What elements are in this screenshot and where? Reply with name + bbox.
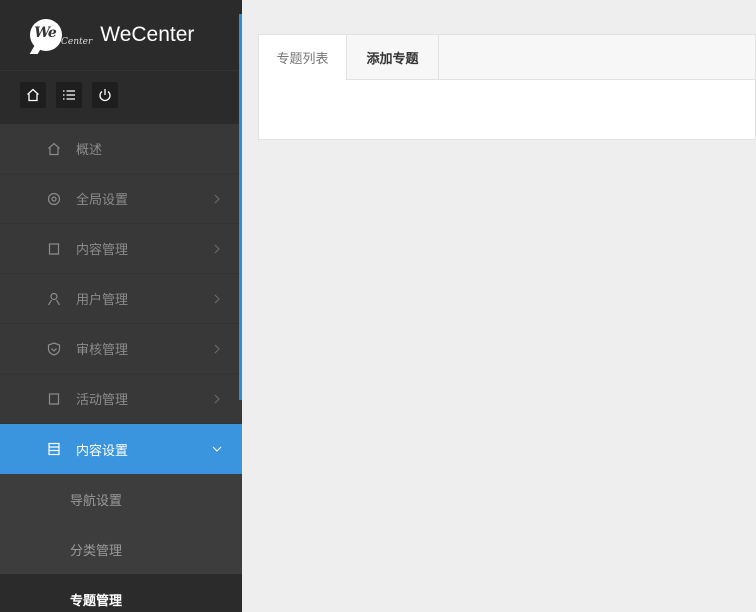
sidebar-item-content-settings[interactable]: 内容设置 <box>0 424 242 474</box>
chevron-right-icon <box>214 294 220 303</box>
sidebar-item-user-management[interactable]: 用户管理 <box>0 274 242 324</box>
sidebar-subitem-label: 导航设置 <box>70 493 123 509</box>
topic-panel: 专题列表 添加专题 <box>258 34 756 140</box>
sidebar-item-content-management[interactable]: 内容管理 <box>0 224 242 274</box>
home-icon <box>27 88 39 102</box>
tab-bar: 专题列表 添加专题 <box>259 35 755 80</box>
sidebar-item-label: 内容管理 <box>76 243 129 258</box>
document-icon <box>48 242 60 255</box>
logo-badge-sub: Center <box>61 37 93 47</box>
sidebar-item-review-management[interactable]: 审核管理 <box>0 324 242 374</box>
chevron-right-icon <box>214 394 220 403</box>
user-icon <box>47 292 61 305</box>
logo[interactable]: We Center WeCenter <box>0 0 242 70</box>
sidebar-toolbar <box>0 70 242 124</box>
sidebar-item-label: 用户管理 <box>76 293 129 308</box>
chevron-down-icon <box>212 446 222 452</box>
tab-label: 专题列表 <box>276 52 329 67</box>
tab-label: 添加专题 <box>366 52 419 67</box>
tab-topic-list[interactable]: 专题列表 <box>259 35 347 80</box>
gear-icon <box>47 192 61 205</box>
home-icon <box>48 142 60 155</box>
sidebar-item-label: 全局设置 <box>76 193 129 208</box>
main-content: 专题列表 添加专题 <box>242 0 756 612</box>
sidebar-item-label: 审核管理 <box>76 343 129 358</box>
sidebar-item-label: 活动管理 <box>76 393 129 408</box>
sidebar-subitem-label: 分类管理 <box>70 543 123 559</box>
list-button[interactable] <box>56 82 82 108</box>
chevron-right-icon <box>214 194 220 203</box>
list-icon <box>48 442 60 456</box>
list-icon <box>63 90 75 100</box>
shield-icon <box>47 341 61 356</box>
sidebar-subitem-label: 专题管理 <box>70 593 123 609</box>
sidebar-item-global-settings[interactable]: 全局设置 <box>0 174 242 224</box>
chevron-right-icon <box>214 344 220 353</box>
logo-badge: We <box>29 19 62 54</box>
sidebar-item-activity-management[interactable]: 活动管理 <box>0 374 242 424</box>
sidebar-subitem-navigation-settings[interactable]: 导航设置 <box>0 474 242 524</box>
chevron-right-icon <box>214 244 220 253</box>
power-icon <box>99 89 111 102</box>
tab-add-topic[interactable]: 添加专题 <box>347 35 439 80</box>
home-button[interactable] <box>20 82 46 108</box>
document-icon <box>48 392 60 405</box>
sidebar-subitem-topic-management[interactable]: 专题管理 <box>0 574 242 612</box>
sidebar-subitem-category-management[interactable]: 分类管理 <box>0 524 242 574</box>
sidebar-item-overview[interactable]: 概述 <box>0 124 242 174</box>
logo-badge-text: We <box>34 25 56 41</box>
sidebar-item-label: 概述 <box>76 143 103 158</box>
sidebar: We Center WeCenter 概述 全局设置 内容管理 用户管理 审核管… <box>0 0 242 612</box>
sidebar-item-label: 内容设置 <box>76 443 129 459</box>
power-button[interactable] <box>92 82 118 108</box>
brand-name: WeCenter <box>100 23 195 46</box>
